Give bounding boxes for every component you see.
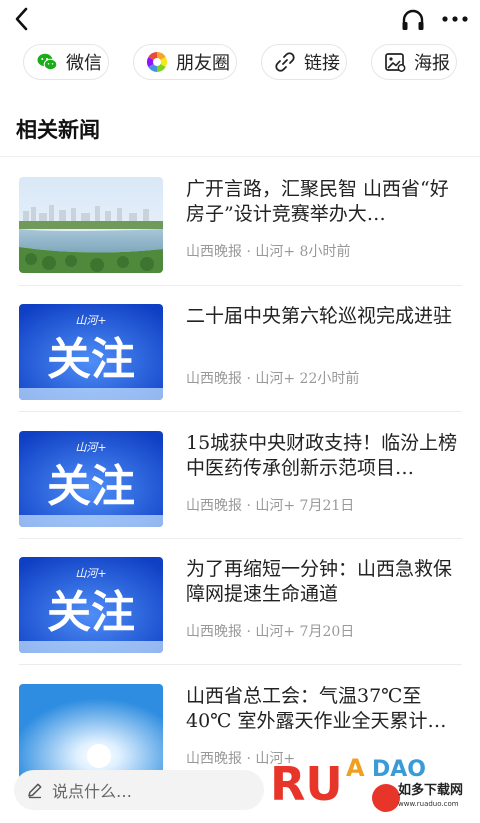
link-icon	[275, 52, 295, 72]
back-arrow-icon[interactable]	[10, 6, 36, 32]
watermark-url: www.ruaduo.com	[398, 800, 459, 808]
thumb-logo: 山河+	[75, 567, 106, 580]
guanzhu-thumbnail: 山河+ 关注	[19, 304, 163, 400]
thumb-text: 关注	[47, 334, 135, 385]
svg-text:DAO: DAO	[372, 757, 426, 782]
moments-icon	[147, 52, 167, 72]
sun-sky-thumbnail	[19, 684, 163, 780]
thumb-logo: 山河+	[75, 441, 106, 454]
news-divider	[19, 411, 462, 412]
comment-input[interactable]: 说点什么…	[14, 770, 264, 810]
svg-text:RU: RU	[270, 757, 343, 811]
watermark-sub: 如多下载网	[398, 782, 463, 798]
top-bar	[0, 0, 480, 40]
section-title: 相关新闻	[16, 118, 100, 142]
thumb-logo: 山河+	[75, 314, 106, 327]
news-meta: 山西晚报 · 山河+ 8小时前	[186, 244, 351, 260]
headphone-icon[interactable]	[400, 8, 426, 32]
share-row: 微信 朋友圈 链接 海报	[0, 44, 480, 84]
news-divider	[19, 538, 462, 539]
news-title[interactable]: 山西省总工会：气温37℃至40℃ 室外露天作业全天累计…	[186, 684, 462, 734]
share-wechat-label: 微信	[66, 53, 102, 74]
guanzhu-thumbnail: 山河+ 关注	[19, 557, 163, 653]
more-icon[interactable]	[440, 6, 470, 32]
share-wechat-button[interactable]: 微信	[23, 44, 109, 80]
news-divider	[19, 664, 462, 665]
comment-placeholder: 说点什么…	[52, 782, 133, 801]
news-title[interactable]: 广开言路，汇聚民智 山西省“好房子”设计竞赛举办大…	[186, 177, 462, 227]
svg-text:A: A	[346, 754, 365, 782]
share-moments-label: 朋友圈	[176, 53, 230, 74]
thumb-text: 关注	[47, 461, 135, 512]
news-meta: 山西晚报 · 山河+ 7月21日	[186, 498, 355, 514]
poster-icon	[385, 53, 406, 72]
share-link-button[interactable]: 链接	[261, 44, 347, 80]
news-meta: 山西晚报 · 山河+ 7月20日	[186, 624, 355, 640]
share-poster-button[interactable]: 海报	[371, 44, 457, 80]
guanzhu-thumbnail: 山河+ 关注	[19, 431, 163, 527]
share-link-label: 链接	[304, 53, 340, 74]
thumb-text: 关注	[47, 587, 135, 638]
news-title[interactable]: 二十届中央第六轮巡视完成进驻	[186, 304, 462, 329]
share-poster-label: 海报	[414, 53, 450, 74]
wechat-icon	[37, 53, 58, 71]
news-title[interactable]: 15城获中央财政支持！临汾上榜中医药传承创新示范项目…	[186, 431, 462, 481]
share-moments-button[interactable]: 朋友圈	[133, 44, 237, 80]
site-watermark-logo: RU A DAO 如多下载网 www.ruaduo.com	[270, 754, 466, 818]
news-meta: 山西晚报 · 山河+ 22小时前	[186, 371, 360, 387]
news-title[interactable]: 为了再缩短一分钟：山西急救保障网提速生命通道	[186, 557, 462, 607]
section-divider	[0, 156, 480, 157]
pencil-icon	[28, 783, 42, 799]
news-divider	[19, 285, 462, 286]
city-lake-thumbnail	[19, 177, 163, 273]
